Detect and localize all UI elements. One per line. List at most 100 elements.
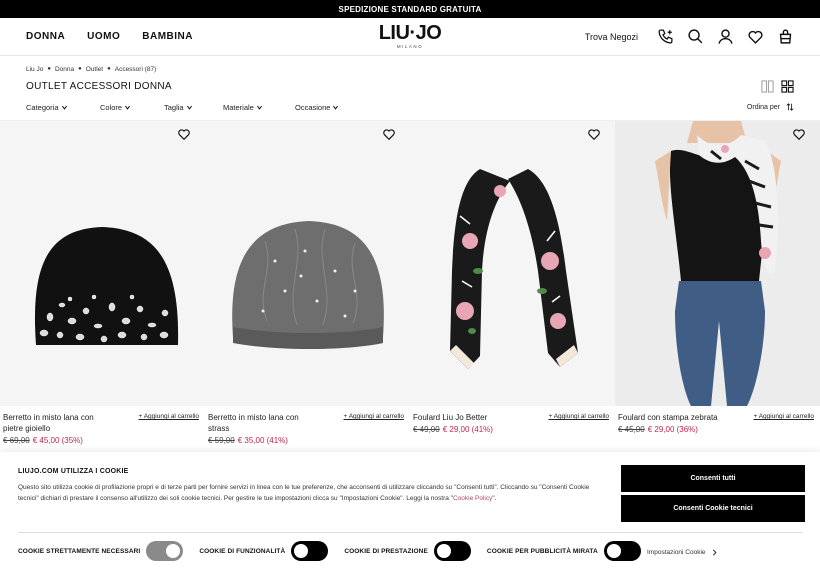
chevron-down-icon (256, 105, 262, 110)
wishlist-heart-icon[interactable] (177, 127, 191, 141)
beanie-grey-image (232, 221, 384, 349)
scarf-floral-image (450, 169, 578, 369)
account-icon[interactable] (716, 28, 734, 46)
product-image[interactable] (205, 121, 410, 406)
main-nav: DONNA UOMO BAMBINA (26, 31, 193, 42)
wishlist-heart-icon[interactable] (587, 127, 601, 141)
breadcrumb-item[interactable]: Outlet (86, 66, 103, 73)
breadcrumb-item-current: Accessori (87) (114, 65, 157, 73)
product-card[interactable]: Berretto in misto lana con pietre gioiel… (0, 121, 205, 451)
product-image[interactable] (615, 121, 820, 406)
add-to-cart-link[interactable]: + Aggiungi al carrello (138, 413, 199, 420)
product-image[interactable] (0, 121, 205, 406)
bag-icon[interactable] (776, 28, 794, 46)
sort-icon (786, 103, 794, 111)
filters-bar: Categoria Colore Taglia Materiale Occasi… (0, 98, 820, 116)
filter-taglia[interactable]: Taglia (164, 103, 223, 112)
wishlist-heart-icon[interactable] (792, 127, 806, 141)
toggle-label: COOKIE DI FUNZIONALITÀ (199, 547, 286, 555)
cookie-text-end: ". (492, 495, 497, 502)
product-info: Berretto in misto lana con pietre gioiel… (0, 406, 205, 445)
view-toggle (761, 79, 794, 93)
toggle-advertising: COOKIE PER PUBBLICITÀ MIRATA (487, 541, 641, 561)
old-price: € 45,00 (618, 425, 645, 434)
filter-label: Colore (100, 102, 123, 112)
product-name[interactable]: Berretto in misto lana con pietre gioiel… (3, 412, 113, 434)
cookie-title: LIUJO.COM UTILIZZA I COOKIE (18, 468, 129, 475)
cookie-settings-link[interactable]: Impostazioni Cookie (647, 549, 718, 556)
wishlist-icon[interactable] (746, 28, 764, 46)
cookie-policy-link[interactable]: Cookie Policy (453, 495, 492, 502)
sale-price: € 29,00 (36%) (647, 425, 698, 434)
two-column-view-icon[interactable] (761, 79, 774, 93)
wishlist-heart-icon[interactable] (382, 127, 396, 141)
add-to-cart-link[interactable]: + Aggiungi al carrello (753, 413, 814, 420)
product-info: Foulard con stampa zebrata + Aggiungi al… (615, 406, 820, 434)
toggle-label: COOKIE DI PRESTAZIONE (344, 547, 428, 555)
breadcrumb-separator: ● (47, 66, 51, 72)
sale-price: € 29,00 (41%) (442, 425, 493, 434)
product-card[interactable]: Foulard con stampa zebrata + Aggiungi al… (615, 121, 820, 451)
promo-bar: SPEDIZIONE STANDARD GRATUITA (0, 0, 820, 18)
performance-cookie-switch[interactable] (433, 541, 471, 561)
toggle-necessary: COOKIE STRETTAMENTE NECESSARI (18, 541, 184, 561)
nav-bambina[interactable]: BAMBINA (142, 31, 193, 42)
product-card[interactable]: Berretto in misto lana con strass + Aggi… (205, 121, 410, 451)
nav-donna[interactable]: DONNA (26, 31, 65, 42)
filter-occasione[interactable]: Occasione (295, 103, 339, 112)
switch-knob (436, 544, 451, 558)
sale-price: € 35,00 (41%) (237, 436, 288, 445)
store-locator-link[interactable]: Trova Negozi (585, 32, 638, 42)
cookie-text: Questo sito utilizza cookie di profilazi… (18, 482, 598, 504)
sort-control[interactable]: Ordina per (747, 103, 794, 111)
cookie-divider (18, 532, 802, 533)
logo-main: LIU·JO (378, 22, 442, 44)
logo-sub: MILANO (396, 44, 424, 49)
promo-text: SPEDIZIONE STANDARD GRATUITA (338, 4, 482, 14)
chevron-down-icon (61, 105, 67, 110)
toggle-performance: COOKIE DI PRESTAZIONE (344, 541, 471, 561)
product-image[interactable] (410, 121, 615, 406)
functionality-cookie-switch[interactable] (291, 541, 329, 561)
chevron-down-icon (186, 105, 192, 110)
toggle-functionality: COOKIE DI FUNZIONALITÀ (199, 541, 329, 561)
necessary-cookie-switch (146, 541, 184, 561)
breadcrumb: Liu Jo ● Donna ● Outlet ● Accessori (87) (0, 56, 820, 74)
breadcrumb-item[interactable]: Liu Jo (26, 66, 43, 73)
four-grid-view-icon[interactable] (781, 79, 794, 93)
toggle-label: COOKIE STRETTAMENTE NECESSARI (18, 547, 141, 555)
product-info: Berretto in misto lana con strass + Aggi… (205, 406, 410, 445)
product-card[interactable]: Foulard Liu Jo Better + Aggiungi al carr… (410, 121, 615, 451)
nav-uomo[interactable]: UOMO (87, 31, 120, 42)
product-prices: € 45,00 € 29,00 (36%) (618, 425, 816, 434)
sort-label: Ordina per (746, 103, 780, 111)
breadcrumb-item[interactable]: Donna (55, 66, 74, 73)
accept-all-button[interactable]: Consenti tutti (621, 465, 805, 492)
model-scarf-image (655, 121, 781, 406)
search-icon[interactable] (686, 28, 704, 46)
cookie-banner: LIUJO.COM UTILIZZA I COOKIE Questo sito … (0, 452, 820, 577)
cookie-settings-label: Impostazioni Cookie (647, 549, 706, 556)
add-to-cart-link[interactable]: + Aggiungi al carrello (343, 413, 404, 420)
logo[interactable]: LIU·JO MILANO (379, 22, 442, 49)
phone-icon[interactable] (656, 28, 674, 46)
filter-label: Categoria (26, 102, 59, 112)
filter-list: Categoria Colore Taglia Materiale Occasi… (26, 103, 339, 112)
product-prices: € 59,00 € 35,00 (41%) (208, 436, 406, 445)
product-name[interactable]: Berretto in misto lana con strass (208, 412, 318, 434)
advertising-cookie-switch[interactable] (603, 541, 641, 561)
chevron-down-icon (333, 105, 339, 110)
product-name[interactable]: Foulard Liu Jo Better (413, 412, 523, 423)
sale-price: € 45,00 (35%) (32, 436, 83, 445)
filter-materiale[interactable]: Materiale (223, 103, 295, 112)
filter-colore[interactable]: Colore (100, 103, 164, 112)
filter-categoria[interactable]: Categoria (26, 103, 100, 112)
old-price: € 69,00 (3, 436, 30, 445)
product-prices: € 49,00 € 29,00 (41%) (413, 425, 611, 434)
product-name[interactable]: Foulard con stampa zebrata (618, 412, 728, 423)
toggle-label: COOKIE PER PUBBLICITÀ MIRATA (486, 547, 598, 555)
header-actions: Trova Negozi (585, 28, 794, 46)
filter-label: Occasione (295, 102, 331, 112)
add-to-cart-link[interactable]: + Aggiungi al carrello (548, 413, 609, 420)
accept-technical-button[interactable]: Consenti Cookie tecnici (621, 495, 805, 522)
